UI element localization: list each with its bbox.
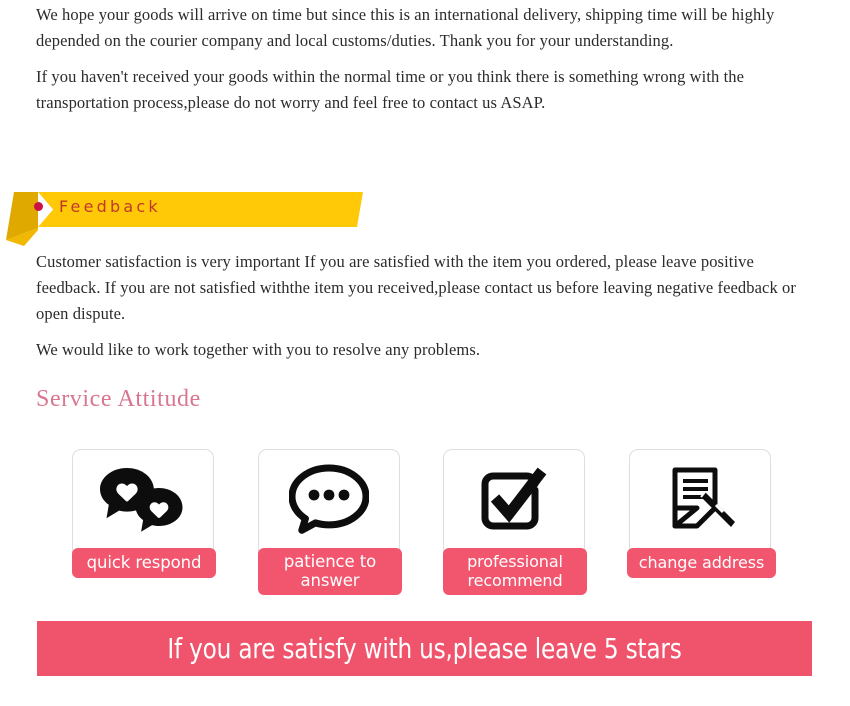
feedback-paragraph-2: We would like to work together with you … [36,340,481,359]
intro-section: We hope your goods will arrive on time b… [36,2,814,126]
service-card-label: patience to answer [258,548,402,595]
intro-paragraph-1: We hope your goods will arrive on time b… [36,5,775,50]
service-card-patience-to-answer[interactable]: patience to answer [258,449,402,595]
feedback-title: Feedback [59,196,161,216]
service-attitude-heading: Service Attitude [36,386,201,412]
service-card-professional-recommend[interactable]: professional recommend [443,449,587,595]
leave-5-stars-banner: If you are satisfy with us,please leave … [37,621,812,676]
service-card-label: change address [627,548,776,578]
bullet-dot-icon [34,201,43,211]
service-card-change-address[interactable]: change address [627,449,776,578]
intro-paragraph-2: If you haven't received your goods withi… [36,67,745,112]
chat-bubble-dots-icon [259,460,399,538]
feedback-paragraph-1: Customer satisfaction is very important … [36,252,796,323]
service-card-quick-respond[interactable]: quick respond [72,449,216,578]
checkbox-check-icon [444,460,584,538]
banner-text: If you are satisfy with us,please leave … [167,632,682,665]
service-card-label: quick respond [72,548,216,578]
document-pen-icon [630,460,770,538]
service-cards-row: quick respond patience to answer profess… [72,449,816,595]
chat-bubbles-heart-icon [73,460,213,538]
feedback-ribbon-banner: Feedback [0,184,370,246]
feedback-section: Customer satisfaction is very important … [36,249,816,373]
ribbon-content: Feedback [34,190,161,222]
service-card-label: professional recommend [443,548,587,595]
